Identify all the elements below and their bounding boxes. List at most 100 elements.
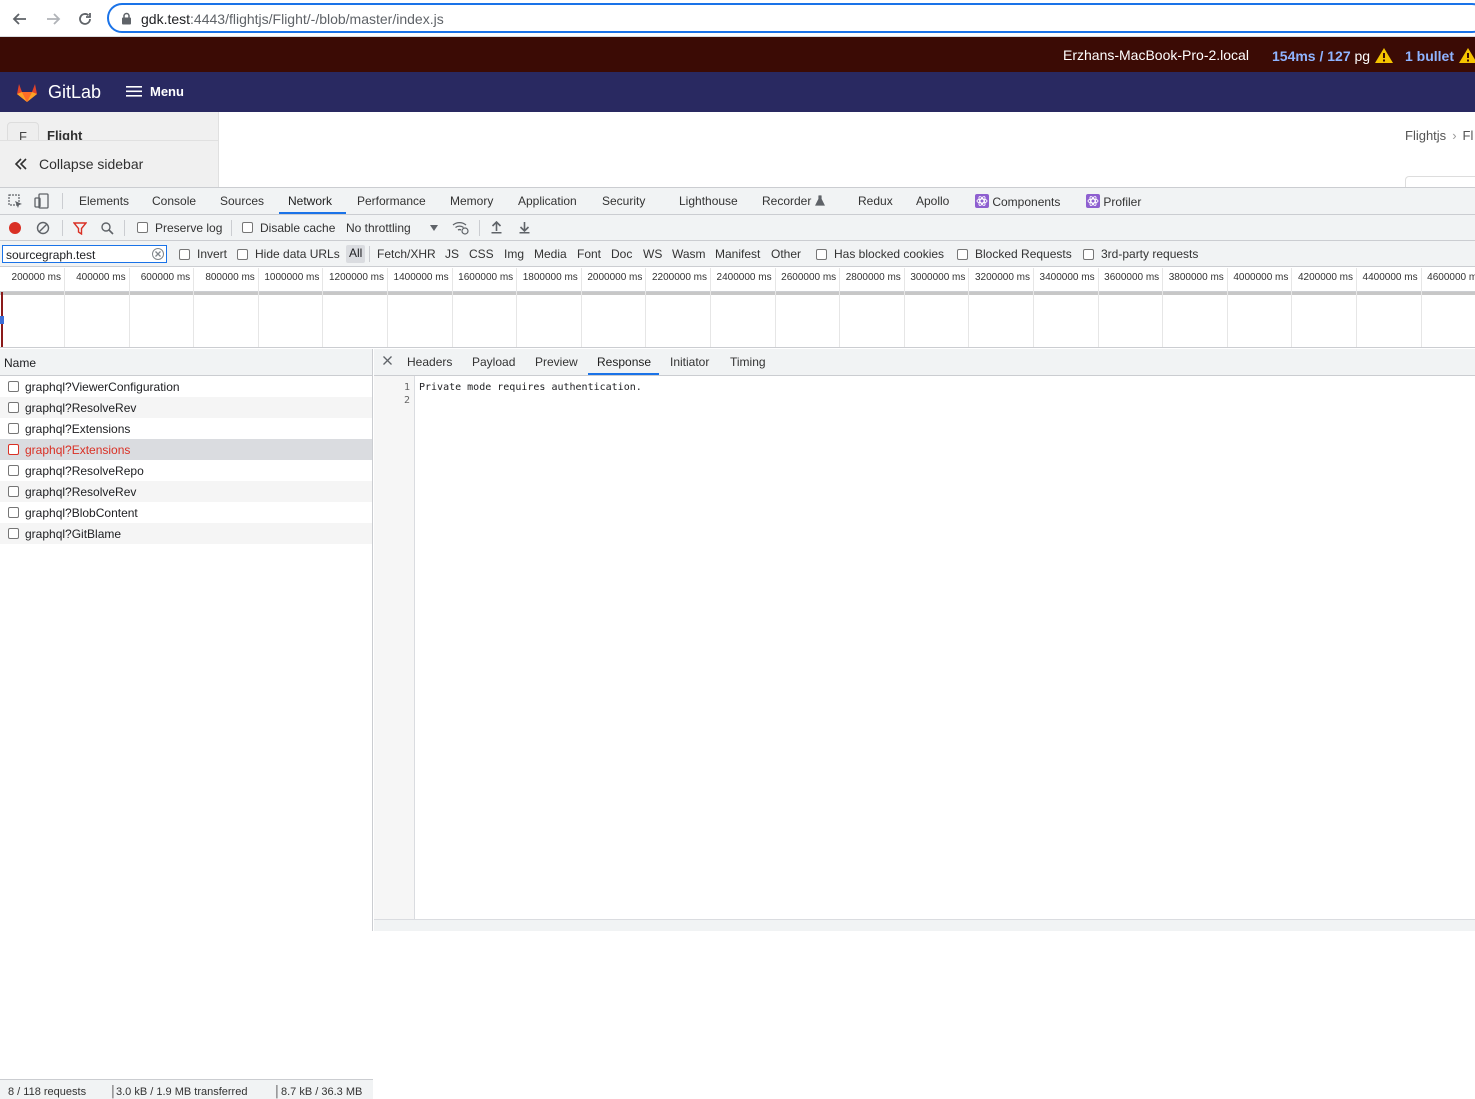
type-filter-wasm[interactable]: Wasm [672, 247, 706, 261]
tab-apollo[interactable]: Apollo [916, 194, 949, 208]
type-filter-font[interactable]: Font [577, 247, 601, 261]
breadcrumb-item[interactable]: Fl [1463, 128, 1474, 143]
invert-checkbox[interactable] [179, 249, 190, 260]
perfbar-host: Erzhans-MacBook-Pro-2.local [1063, 47, 1249, 63]
filter-icon[interactable] [73, 222, 87, 235]
timeline-grid-line [128, 268, 130, 347]
request-row[interactable]: graphql?ResolveRepo [0, 460, 372, 481]
device-toolbar-icon[interactable] [34, 193, 50, 209]
back-button[interactable] [9, 8, 31, 30]
name-column-header[interactable]: Name [0, 349, 372, 376]
hamburger-icon[interactable] [126, 85, 142, 98]
type-filter-css[interactable]: CSS [469, 247, 494, 261]
horizontal-scrollbar[interactable] [374, 919, 1475, 931]
tab-lighthouse[interactable]: Lighthouse [679, 194, 738, 208]
timeline-grid-line [1097, 268, 1099, 347]
project-sidebar: F Flight Collapse sidebar [0, 112, 219, 188]
timeline-grid-line [257, 268, 259, 347]
collapse-sidebar-button[interactable]: Collapse sidebar [0, 140, 218, 188]
summary-separator: │ [274, 1086, 281, 1098]
tab-payload[interactable]: Payload [472, 355, 515, 369]
tab-memory[interactable]: Memory [450, 194, 493, 208]
summary-resources: 8.7 kB / 36.3 MB [281, 1086, 363, 1098]
type-filter-other[interactable]: Other [771, 247, 801, 261]
filter-input[interactable]: sourcegraph.test [2, 245, 167, 263]
react-icon [1086, 194, 1100, 208]
tab-initiator[interactable]: Initiator [670, 355, 709, 369]
clear-filter-icon[interactable] [152, 248, 164, 260]
tab-response[interactable]: Response [597, 355, 651, 369]
type-filter-fetch-xhr[interactable]: Fetch/XHR [377, 247, 436, 261]
blocked-requests-checkbox[interactable] [957, 249, 968, 260]
hide-data-urls-checkbox[interactable] [237, 249, 248, 260]
lock-icon[interactable] [121, 12, 132, 25]
close-icon[interactable] [382, 355, 393, 366]
has-blocked-cookies-checkbox[interactable] [816, 249, 827, 260]
type-filter-ws[interactable]: WS [643, 247, 662, 261]
devtools-tabs: Elements Console Sources Network Perform… [0, 188, 1475, 215]
tab-network[interactable]: Network [288, 194, 332, 208]
clear-icon[interactable] [36, 221, 50, 235]
tab-console[interactable]: Console [152, 194, 196, 208]
network-overview[interactable]: 200000 ms 400000 ms 600000 ms 800000 ms 1000… [0, 268, 1475, 348]
type-filter-js[interactable]: JS [445, 247, 459, 261]
tab-sources[interactable]: Sources [220, 194, 264, 208]
upload-icon[interactable] [491, 221, 502, 234]
record-icon[interactable] [8, 221, 22, 235]
tab-application[interactable]: Application [518, 194, 577, 208]
request-row[interactable]: graphql?ViewerConfiguration [0, 376, 372, 397]
perfbar-bullet[interactable]: 1 bullet [1405, 47, 1475, 64]
tab-headers[interactable]: Headers [407, 355, 452, 369]
preserve-log-checkbox[interactable] [137, 222, 148, 233]
network-toolbar: Preserve log Disable cache No throttling [0, 215, 1475, 241]
caret-down-icon[interactable] [430, 225, 438, 231]
tab-timing[interactable]: Timing [730, 355, 766, 369]
tab-performance[interactable]: Performance [357, 194, 426, 208]
tab-recorder[interactable]: Recorder [762, 194, 825, 208]
reload-button[interactable] [74, 8, 96, 30]
request-row[interactable]: graphql?ResolveRev [0, 481, 372, 502]
perfbar-timing[interactable]: 154ms / 127 pg [1272, 47, 1394, 64]
response-line[interactable]: Private mode requires authentication. [419, 382, 642, 393]
gitlab-title[interactable]: GitLab [48, 82, 101, 103]
tab-preview[interactable]: Preview [535, 355, 578, 369]
address-bar[interactable]: gdk.test:4443/flightjs/Flight/-/blob/mas… [107, 3, 1475, 33]
type-filter-all[interactable]: All [346, 245, 366, 263]
type-filter-manifest[interactable]: Manifest [715, 247, 760, 261]
forward-button[interactable] [42, 8, 64, 30]
disable-cache-checkbox[interactable] [242, 222, 253, 233]
tab-security[interactable]: Security [602, 194, 645, 208]
inspect-element-icon[interactable] [8, 194, 23, 209]
timeline-grid-line [516, 268, 518, 347]
third-party-checkbox[interactable] [1083, 249, 1094, 260]
tab-components[interactable]: Components [975, 194, 1060, 209]
perfbar-timing-value: 154ms / 127 [1272, 48, 1351, 64]
breadcrumb-item[interactable]: Flightjs [1405, 128, 1446, 143]
type-filter-media[interactable]: Media [534, 247, 567, 261]
request-row[interactable]: graphql?ResolveRev [0, 397, 372, 418]
invert-label: Invert [197, 247, 228, 261]
tab-profiler[interactable]: Profiler [1086, 194, 1141, 209]
collapse-sidebar-label: Collapse sidebar [39, 156, 144, 172]
request-row[interactable]: graphql?GitBlame [0, 523, 372, 544]
network-conditions-icon[interactable] [452, 221, 469, 235]
menu-button[interactable]: Menu [150, 84, 184, 99]
warning-icon [1458, 48, 1475, 63]
throttling-value: No throttling [346, 221, 411, 235]
preserve-log-label: Preserve log [155, 221, 223, 235]
gitlab-logo-icon[interactable] [15, 81, 39, 103]
request-row[interactable]: graphql?Extensions [0, 439, 372, 460]
tab-elements[interactable]: Elements [79, 194, 129, 208]
request-row[interactable]: graphql?Extensions [0, 418, 372, 439]
type-filter-doc[interactable]: Doc [611, 247, 632, 261]
search-icon[interactable] [101, 222, 114, 235]
request-row[interactable]: graphql?BlobContent [0, 502, 372, 523]
tab-redux[interactable]: Redux [858, 194, 893, 208]
throttling-select[interactable]: No throttling [346, 221, 411, 235]
timeline-grid-line [1033, 268, 1034, 347]
request-type-icon [8, 381, 19, 392]
download-icon[interactable] [519, 221, 530, 234]
separator [62, 220, 63, 236]
type-filter-img[interactable]: Img [504, 247, 524, 261]
tab-components-label: Components [992, 195, 1061, 209]
